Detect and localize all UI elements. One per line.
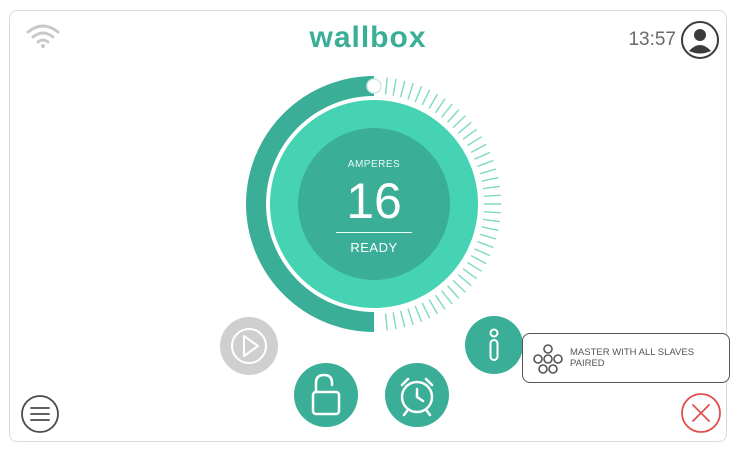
charger-screen: wallbox 13:57 AMPERES 16 READY MASTER WI…	[9, 10, 730, 442]
schedule-button[interactable]	[385, 363, 449, 427]
user-avatar-icon[interactable]	[680, 20, 720, 60]
pairing-status-text: MASTER WITH ALL SLAVES PAIRED	[570, 347, 695, 369]
brand-logo: wallbox	[309, 21, 427, 54]
gauge-readout: AMPERES 16 READY	[244, 74, 504, 334]
info-button[interactable]	[465, 316, 523, 374]
play-icon	[231, 328, 267, 364]
menu-icon[interactable]	[20, 394, 60, 434]
unlock-icon	[311, 373, 341, 416]
unlock-button[interactable]	[294, 363, 358, 427]
clock-time: 13:57	[628, 29, 676, 50]
amperes-value: 16	[346, 173, 402, 229]
gauge-divider	[336, 232, 412, 233]
gauge-label: AMPERES	[347, 159, 401, 170]
charger-status: READY	[350, 240, 398, 255]
close-icon[interactable]	[680, 392, 722, 434]
info-icon	[489, 328, 499, 361]
alarm-clock-icon	[400, 377, 434, 417]
play-button[interactable]	[220, 317, 278, 375]
pairing-nodes-icon	[533, 344, 563, 374]
pairing-status-card: MASTER WITH ALL SLAVES PAIRED	[522, 333, 730, 383]
